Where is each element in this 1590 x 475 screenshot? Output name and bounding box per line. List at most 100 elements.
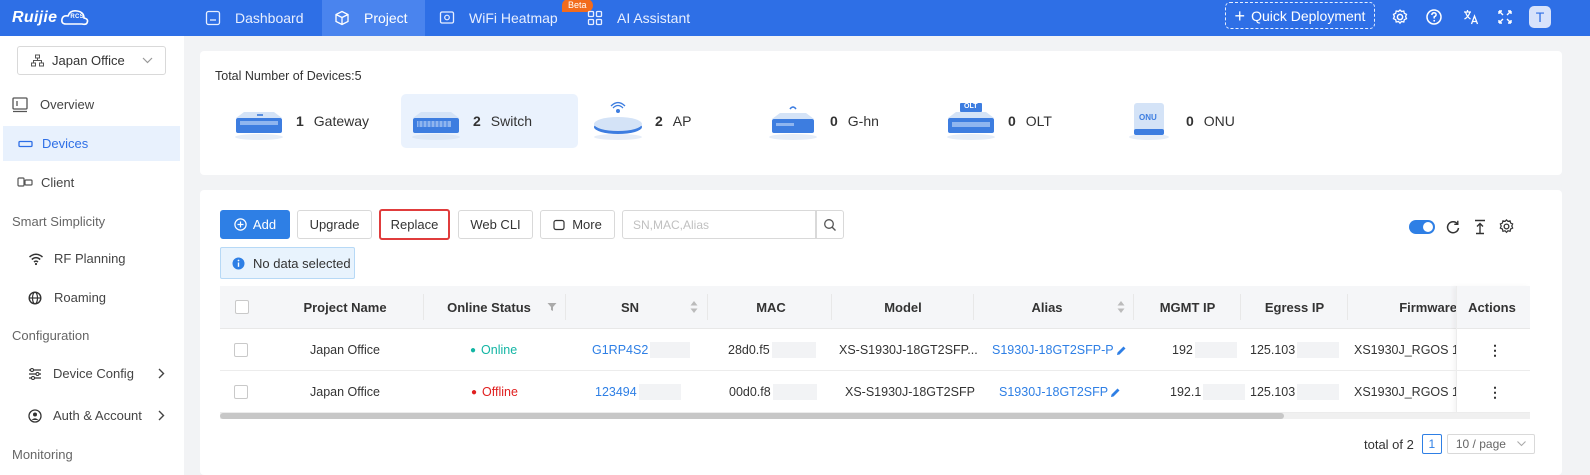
sidebar-item-device-config[interactable]: Device Config [0, 356, 184, 391]
network-icon [31, 54, 44, 67]
col-actions: Actions [1468, 299, 1516, 315]
web-cli-button[interactable]: Web CLI [458, 210, 533, 239]
cloud-logo-icon: RCS [60, 8, 90, 28]
more-button[interactable]: More [540, 210, 615, 239]
export-icon[interactable] [1472, 219, 1488, 235]
nav-wifi-heatmap[interactable]: WiFi Heatmap [425, 0, 580, 36]
help-icon[interactable] [1425, 8, 1443, 26]
col-alias[interactable]: Alias [975, 286, 1119, 328]
cell-mgmt-ip: 192.1 [1170, 371, 1246, 413]
table-row[interactable]: Japan Office ● Offline 123494 00d0.f8 XS-… [220, 371, 1530, 413]
device-type-switch[interactable]: 2 Switch [401, 94, 578, 148]
cell-mac: 00d0.f8 [729, 371, 817, 413]
filter-icon[interactable] [547, 302, 557, 312]
globe-icon [28, 290, 42, 305]
sidebar-item-overview[interactable]: Overview [0, 87, 184, 122]
col-project-name[interactable]: Project Name [265, 286, 425, 328]
column-settings-icon[interactable] [1498, 218, 1515, 235]
logo-badge: RCS [70, 14, 84, 20]
table-row[interactable]: Japan Office ● Online G1RP4S2 28d0.f5 XS-… [220, 329, 1530, 371]
page-size-select[interactable]: 10 / page [1446, 434, 1535, 454]
avatar[interactable]: T [1529, 6, 1551, 28]
select-all-checkbox[interactable] [234, 286, 250, 328]
device-type-olt[interactable]: OLT 0 OLT [944, 94, 1094, 148]
search-icon [824, 218, 836, 231]
nav-project[interactable]: Project [322, 0, 425, 36]
replace-button-label: Replace [390, 217, 439, 232]
heatmap-icon [439, 11, 455, 24]
sidebar-item-client[interactable]: Client [0, 165, 184, 200]
device-type-ap[interactable]: 2 AP [591, 94, 731, 148]
cell-project-name: Japan Office [310, 343, 380, 357]
onu-device-icon: ONU [1122, 101, 1176, 141]
dashboard-icon [205, 10, 221, 26]
switch-device-icon [409, 101, 463, 141]
sidebar-item-roaming[interactable]: Roaming [0, 280, 184, 315]
ghn-label: G-hn [847, 113, 879, 129]
edit-icon[interactable] [1110, 387, 1121, 398]
row-checkbox[interactable] [234, 329, 248, 371]
add-button[interactable]: Add [220, 210, 290, 239]
search-button[interactable] [816, 210, 844, 239]
scrollbar-thumb[interactable] [220, 413, 1284, 419]
refresh-icon[interactable] [1445, 219, 1461, 235]
ap-device-icon [591, 101, 645, 141]
sidebar-item-rf-planning[interactable]: RF Planning [0, 241, 184, 276]
col-egress-ip[interactable]: Egress IP [1242, 286, 1347, 328]
gateway-label: Gateway [313, 113, 370, 129]
more-icon [553, 219, 565, 230]
col-mgmt-ip[interactable]: MGMT IP [1135, 286, 1240, 328]
upgrade-button[interactable]: Upgrade [297, 210, 372, 239]
quick-deployment-label: Quick Deployment [1251, 7, 1366, 24]
row-checkbox[interactable] [234, 371, 248, 413]
cell-sn[interactable]: G1RP4S2 [592, 329, 691, 371]
olt-count: 0 [1008, 113, 1016, 129]
sn-text: 123494 [595, 385, 637, 399]
chevron-down-icon [142, 57, 153, 64]
switch-count: 2 [473, 113, 481, 129]
cell-alias[interactable]: S1930J-18GT2SFP [999, 371, 1121, 413]
device-type-ghn[interactable]: 0 G-hn [766, 94, 916, 148]
col-firmware[interactable]: Firmware [1349, 286, 1457, 328]
sidebar-item-auth-account[interactable]: Auth & Account [0, 398, 184, 433]
col-sn[interactable]: SN [567, 286, 693, 328]
toggle-switch[interactable] [1409, 220, 1435, 234]
olt-label: OLT [1025, 113, 1052, 129]
quick-deployment-button[interactable]: + Quick Deployment [1225, 2, 1375, 29]
col-model[interactable]: Model [833, 286, 973, 328]
edit-icon[interactable] [1116, 345, 1127, 356]
device-type-onu[interactable]: ONU 0 ONU [1122, 94, 1272, 148]
horizontal-scrollbar[interactable] [220, 413, 1530, 419]
cell-sn[interactable]: 123494 [595, 371, 681, 413]
device-type-gateway[interactable]: 1 Gateway [232, 94, 392, 148]
ghn-device-icon [766, 101, 820, 141]
nav-dashboard[interactable]: Dashboard [192, 0, 322, 36]
translate-icon[interactable] [1462, 8, 1480, 26]
sort-icon[interactable] [1117, 300, 1125, 314]
more-actions-icon[interactable]: ⋮ [1488, 371, 1502, 413]
pagination-page-1[interactable]: 1 [1421, 434, 1442, 454]
cell-model: XS-S1930J-18GT2SFP [845, 385, 975, 399]
sort-icon[interactable] [690, 300, 698, 314]
onu-label: ONU [1203, 113, 1235, 129]
col-mac[interactable]: MAC [709, 286, 833, 328]
site-selector[interactable]: Japan Office [17, 46, 166, 75]
chevron-right-icon [158, 368, 165, 379]
user-circle-icon [28, 408, 42, 423]
replace-button[interactable]: Replace [379, 209, 450, 240]
egress-ip-text: 125.103 [1250, 385, 1296, 399]
nav-dashboard-label: Dashboard [235, 10, 304, 26]
col-online-status[interactable]: Online Status [425, 286, 565, 328]
gateway-count: 1 [296, 113, 304, 129]
more-actions-icon[interactable]: ⋮ [1488, 329, 1502, 371]
sidebar-item-label: Devices [42, 136, 89, 151]
nav-ai-assistant[interactable]: AI Assistant [580, 0, 710, 36]
cell-alias[interactable]: S1930J-18GT2SFP-P [992, 329, 1127, 371]
sidebar-item-label: Device Config [53, 366, 134, 381]
search-input[interactable] [622, 210, 816, 239]
fullscreen-icon[interactable] [1496, 8, 1514, 26]
sidebar-item-devices[interactable]: Devices [3, 126, 180, 161]
sidebar-item-label: Roaming [54, 290, 107, 305]
ruijie-logo[interactable]: Ruijie RCS [12, 6, 90, 30]
settings-icon[interactable] [1391, 8, 1409, 26]
